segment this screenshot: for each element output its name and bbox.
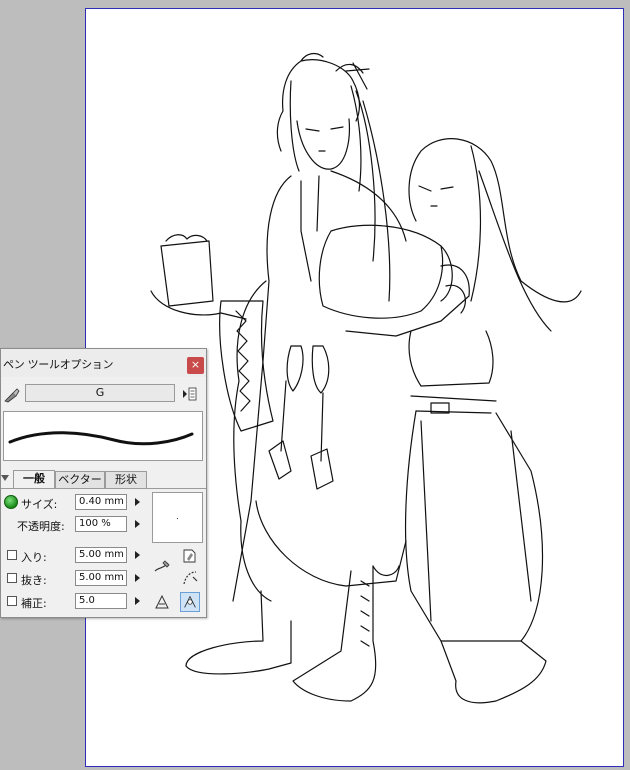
end-taper-row: 抜き: 5.00 mm [1,570,151,588]
size-indicator-icon[interactable] [4,495,18,509]
tab-vector[interactable]: ベクター [55,471,105,488]
brush-shape-icon[interactable] [181,547,199,565]
end-taper-input[interactable]: 5.00 mm [75,570,127,586]
pen-tool-options-panel: ペン ツールオプション × G 一般 ベクター 形状 サイズ: 0.40 mm … [0,348,207,618]
opacity-input[interactable]: 100 % [75,516,127,532]
size-slider-arrow-icon[interactable] [135,498,140,506]
correction-arrow-icon[interactable] [135,597,140,605]
size-row: サイズ: 0.40 mm [1,494,151,512]
pen-nib-icon [4,388,20,403]
end-taper-arrow-icon[interactable] [135,574,140,582]
end-taper-label: 抜き: [21,574,47,587]
brush-size-preview [152,492,203,543]
options-tabs: 一般 ベクター 形状 [1,470,206,489]
correction-label: 補正: [21,597,47,610]
close-button[interactable]: × [187,357,204,374]
correction-row: 補正: 5.0 [1,593,151,611]
start-taper-checkbox[interactable] [7,550,17,560]
size-label: サイズ: [21,498,58,511]
end-taper-checkbox[interactable] [7,573,17,583]
stroke-preview [3,411,203,461]
panel-title-bar[interactable]: ペン ツールオプション × [1,349,206,377]
stroke-preview-line [8,431,194,446]
opacity-row: 不透明度: 100 % [1,516,151,534]
size-input[interactable]: 0.40 mm [75,494,127,510]
start-taper-row: 入り: 5.00 mm [1,547,151,565]
brush-selector-row: G [1,383,206,405]
tab-shape[interactable]: 形状 [105,471,147,488]
vector-edit-icon[interactable] [180,592,200,612]
correction-checkbox[interactable] [7,596,17,606]
tab-general[interactable]: 一般 [13,470,55,488]
vector-pen-icon[interactable] [153,593,171,611]
opacity-label: 不透明度: [17,520,65,533]
curve-correction-icon[interactable] [181,569,199,587]
brush-menu-icon[interactable] [181,386,197,402]
correction-input[interactable]: 5.0 [75,593,127,609]
opacity-slider-arrow-icon[interactable] [135,520,140,528]
collapse-arrow-icon[interactable] [1,475,9,481]
start-taper-arrow-icon[interactable] [135,551,140,559]
start-taper-input[interactable]: 5.00 mm [75,547,127,563]
pen-pressure-icon[interactable] [153,557,171,575]
brush-name-field[interactable]: G [25,384,175,402]
panel-title: ペン ツールオプション [3,358,114,371]
brush-size-dot [177,518,178,519]
start-taper-label: 入り: [21,551,47,564]
